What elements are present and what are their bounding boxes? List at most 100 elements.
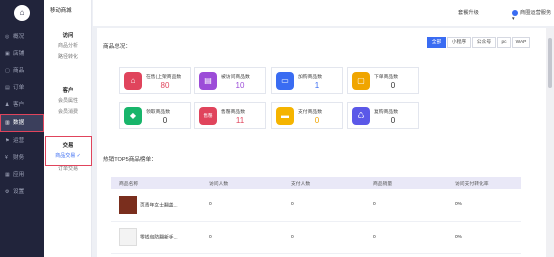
data-icon: ▥ xyxy=(5,120,10,126)
stat-label: 领取商品数 xyxy=(146,110,170,115)
stat-card-cart: ▭ 加购商品数 1 xyxy=(271,67,343,94)
sales-cell: 0 xyxy=(365,189,447,222)
sub-navigation: 移动商城 访问 商品分析 路径转化 客户 会员属性 会员消费 交易 商品交易 ✓… xyxy=(44,0,92,257)
stat-card-ordered: ▢ 下单商品数 0 xyxy=(347,67,419,94)
sidebar-item-label: 订单 xyxy=(13,85,25,91)
sidebar-item-order[interactable]: ▤ 订单 xyxy=(0,79,44,97)
filter-pc[interactable]: pc xyxy=(497,37,511,48)
logo-icon: ⌂ xyxy=(14,5,30,21)
shelf-icon: ⌂ xyxy=(124,72,142,90)
sales-cell: 0 xyxy=(365,221,447,254)
goods-cell: 页青年女士翻盖... xyxy=(111,189,201,222)
top5-title: 热销TOP5商品榜单： xyxy=(103,157,157,163)
stat-value: 0 xyxy=(162,116,168,125)
goods-icon: ▢ xyxy=(5,68,10,74)
goods-thumbnail xyxy=(119,228,137,246)
sidebar-item-data[interactable]: ▥ 数据 xyxy=(0,114,44,132)
highlight-box xyxy=(45,136,92,166)
subnav-link-path-conversion[interactable]: 路径转化 xyxy=(44,53,92,60)
stat-label: 在售(上架商品数 xyxy=(146,75,182,80)
goods-name[interactable]: 页青年女士翻盖... xyxy=(140,203,178,208)
col-conversion[interactable]: 访问支付转化率 xyxy=(447,177,521,189)
sidebar-item-customer[interactable]: ♟ 客户 xyxy=(0,96,44,114)
sidebar-item-label: 商品 xyxy=(13,68,25,74)
scrollbar-thumb[interactable] xyxy=(548,38,552,88)
top-bar: 套餐升级 商圈运营服务 ▾ xyxy=(93,0,554,26)
sidebar-item-store[interactable]: ▣ 店铺 xyxy=(0,45,44,63)
stat-label: 下单商品数 xyxy=(374,75,398,80)
table-row[interactable]: 页青年女士翻盖... 0 0 0 0% xyxy=(111,189,521,222)
overview-title: 商品总况： xyxy=(103,44,131,50)
sidebar-item-overview[interactable]: ◎ 概况 xyxy=(0,28,44,46)
stat-card-repurchase: ♺ 复购商品数 0 xyxy=(347,102,419,129)
stat-value: 11 xyxy=(235,116,245,125)
subnav-group-title-visit: 访问 xyxy=(62,33,74,39)
subnav-link-goods-analysis[interactable]: 商品分析 xyxy=(44,42,92,49)
sidebar-item-label: 设置 xyxy=(13,189,25,195)
settings-icon: ⚙ xyxy=(5,189,10,195)
cart-icon: ▭ xyxy=(276,72,294,90)
col-sales[interactable]: 商品销量 xyxy=(365,177,447,189)
payers-cell: 0 xyxy=(283,189,365,222)
subnav-group-title-customer: 客户 xyxy=(62,88,74,94)
filter-wap[interactable]: WAP xyxy=(512,37,530,48)
order-icon: ▤ xyxy=(5,85,10,91)
user-menu[interactable]: 商圈运营服务 ▾ xyxy=(512,9,554,22)
gift-icon: ◆ xyxy=(124,107,142,125)
customer-icon: ♟ xyxy=(5,102,10,108)
sidebar-item-operate[interactable]: ⚑ 运营 xyxy=(0,132,44,150)
stat-value: 80 xyxy=(160,81,170,90)
apps-icon: ▦ xyxy=(5,172,10,178)
col-visitors[interactable]: 访问人数 xyxy=(201,177,283,189)
user-avatar-icon xyxy=(512,9,518,16)
stat-card-on-shelf: ⌂ 在售(上架商品数 80 xyxy=(119,67,191,94)
operate-icon: ⚑ xyxy=(5,138,10,144)
goods-cell: 零钱包防翻新手... xyxy=(111,221,201,254)
table-row[interactable]: 零钱包防翻新手... 0 0 0 0% xyxy=(111,221,521,254)
visit-icon: ▤ xyxy=(199,72,217,90)
sidebar-item-goods[interactable]: ▢ 商品 xyxy=(0,62,44,80)
sidebar-item-settings[interactable]: ⚙ 设置 xyxy=(0,183,44,201)
main-sidebar: ⌂ ◎ 概况 ▣ 店铺 ▢ 商品 ▤ 订单 ♟ 客户 ▥ 数据 ⚑ 运营 ¥ 财务 ▦ 应用 ⚙ 设… xyxy=(0,0,44,257)
stat-card-paid: ▬ 支付商品数 0 xyxy=(271,102,343,129)
sidebar-item-label: 运营 xyxy=(13,138,25,144)
app-window: ⌂ ◎ 概况 ▣ 店铺 ▢ 商品 ▤ 订单 ♟ 客户 ▥ 数据 ⚑ 运营 ¥ 财务 ▦ 应用 ⚙ 设… xyxy=(0,0,554,257)
subnav-link-member-attributes[interactable]: 会员属性 xyxy=(44,97,92,104)
main-content: 全部 小程序 公众号 pc WAP 商品总况： ⌂ 在售(上架商品数 80 ▤ … xyxy=(97,28,546,257)
sidebar-item-finance[interactable]: ¥ 财务 xyxy=(0,149,44,167)
subnav-link-member-consumption[interactable]: 会员消费 xyxy=(44,108,92,115)
soldout-icon: 售罄 xyxy=(199,107,217,125)
sidebar-item-label: 财务 xyxy=(13,155,25,161)
repurchase-icon: ♺ xyxy=(352,107,370,125)
upgrade-link[interactable]: 套餐升级 xyxy=(458,9,479,16)
stat-value: 0 xyxy=(390,116,396,125)
conversion-cell: 0% xyxy=(447,221,521,254)
filter-official-account[interactable]: 公众号 xyxy=(472,37,496,48)
sidebar-item-label: 概况 xyxy=(13,34,25,40)
col-payers[interactable]: 支付人数 xyxy=(283,177,365,189)
stat-card-claimed: ◆ 领取商品数 0 xyxy=(119,102,191,129)
stat-value: 1 xyxy=(314,81,320,90)
home-icon: ◎ xyxy=(5,34,10,40)
sidebar-item-apps[interactable]: ▦ 应用 xyxy=(0,166,44,184)
sidebar-item-label: 数据 xyxy=(13,120,25,126)
stat-label: 加购商品数 xyxy=(298,75,322,80)
stat-card-visited: ▤ 被访问商品数 10 xyxy=(194,67,266,94)
stat-value: 10 xyxy=(235,81,245,90)
sidebar-item-label: 应用 xyxy=(13,172,25,178)
payers-cell: 0 xyxy=(283,221,365,254)
order-icon: ▢ xyxy=(352,72,370,90)
conversion-cell: 0% xyxy=(447,189,521,222)
goods-thumbnail xyxy=(119,195,137,214)
top5-table: 商品名称 访问人数 支付人数 商品销量 访问支付转化率 页青年女士翻盖... 0… xyxy=(111,177,521,254)
table-header-row: 商品名称 访问人数 支付人数 商品销量 访问支付转化率 xyxy=(111,177,521,189)
filter-all[interactable]: 全部 xyxy=(427,37,446,48)
shop-name: 移动商城 xyxy=(50,8,72,14)
visitors-cell: 0 xyxy=(201,189,283,222)
stat-label: 支付商品数 xyxy=(298,110,322,115)
col-goods-name[interactable]: 商品名称 xyxy=(111,177,201,189)
goods-name[interactable]: 零钱包防翻新手... xyxy=(140,235,178,240)
subnav-link-order-trade[interactable]: 订单交易 xyxy=(44,165,92,172)
filter-miniprogram[interactable]: 小程序 xyxy=(447,37,471,48)
finance-icon: ¥ xyxy=(5,155,8,161)
